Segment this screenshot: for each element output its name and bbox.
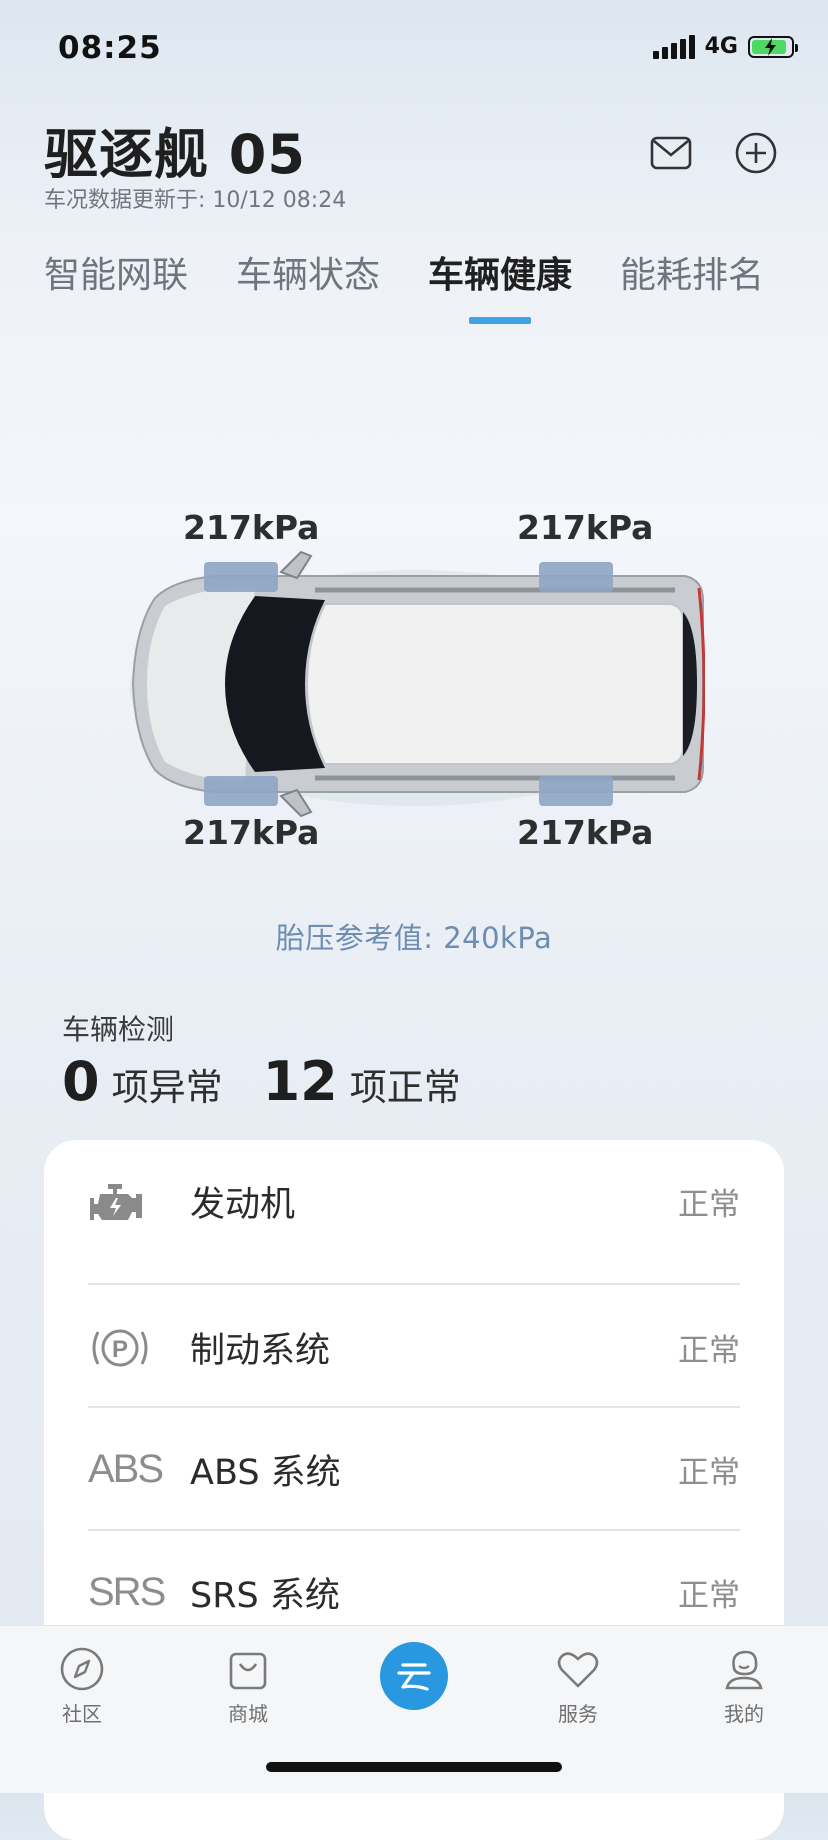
status-time: 08:25 (58, 30, 162, 66)
list-item-brake[interactable]: P 制动系统 正常 (88, 1286, 740, 1409)
page-title: 驱逐舰 05 (44, 123, 306, 186)
signal-icon (652, 34, 695, 59)
car-top-view (125, 548, 706, 820)
status-indicators: 4G (652, 34, 798, 59)
srs-status: 正常 (678, 1578, 740, 1614)
engine-label: 发动机 (190, 1185, 296, 1225)
nav-community-label: 社区 (62, 1702, 102, 1726)
nav-mine[interactable]: 我的 (684, 1646, 804, 1727)
svg-text:P: P (112, 1336, 128, 1363)
profile-icon (725, 1650, 763, 1690)
mail-icon (650, 136, 692, 170)
tab-vehicle-health[interactable]: 车辆健康 (428, 246, 572, 298)
abs-status: 正常 (678, 1455, 740, 1491)
tab-smart-connect[interactable]: 智能网联 (44, 246, 188, 298)
update-time: 车况数据更新于: 10/12 08:24 (44, 188, 347, 213)
tire-pressure-front-left: 217kPa (183, 508, 320, 547)
normal-count: 12 (262, 1050, 338, 1113)
shopping-bag-icon (229, 1652, 267, 1690)
list-item-engine[interactable]: 发动机 正常 (88, 1140, 740, 1263)
tab-vehicle-status[interactable]: 车辆状态 (236, 246, 380, 298)
home-indicator (266, 1762, 562, 1772)
nav-mine-label: 我的 (724, 1702, 764, 1726)
srs-icon: SRS (88, 1570, 166, 1614)
plus-circle-icon (735, 132, 777, 174)
nav-mall[interactable]: 商城 (188, 1646, 308, 1727)
mail-button[interactable] (648, 130, 694, 176)
tab-energy-ranking[interactable]: 能耗排名 (620, 246, 764, 298)
normal-label: 项正常 (349, 1066, 461, 1109)
list-item-abs[interactable]: ABS ABS 系统 正常 (88, 1408, 740, 1531)
divider (88, 1283, 740, 1285)
network-label: 4G (704, 34, 738, 59)
engine-status: 正常 (678, 1187, 740, 1223)
detection-summary: 0 项异常 12 项正常 (62, 1050, 501, 1113)
cloud-logo-icon (397, 1663, 431, 1691)
nav-mall-label: 商城 (228, 1702, 268, 1726)
add-button[interactable] (733, 130, 779, 176)
detection-title: 车辆检测 (62, 1013, 175, 1046)
srs-label: SRS 系统 (190, 1576, 340, 1616)
nav-cloud-button[interactable] (380, 1642, 448, 1710)
abnormal-label: 项异常 (111, 1066, 223, 1109)
tire-pressure-reference: 胎压参考值: 240kPa (275, 921, 553, 955)
tab-bar: 智能网联 车辆状态 车辆健康 能耗排名 (44, 246, 764, 298)
nav-community[interactable]: 社区 (22, 1646, 142, 1727)
tire-pressure-rear-left: 217kPa (517, 508, 654, 547)
brake-status: 正常 (678, 1333, 740, 1369)
brake-label: 制动系统 (190, 1331, 331, 1371)
battery-icon (748, 35, 798, 58)
abs-icon: ABS (88, 1447, 164, 1491)
compass-icon (60, 1647, 104, 1691)
abnormal-count: 0 (62, 1050, 100, 1113)
heart-icon (557, 1652, 599, 1688)
engine-icon (88, 1180, 162, 1224)
parking-brake-icon: P (88, 1324, 162, 1372)
nav-service-label: 服务 (558, 1702, 598, 1726)
abs-label: ABS 系统 (190, 1453, 341, 1493)
nav-service[interactable]: 服务 (518, 1646, 638, 1727)
